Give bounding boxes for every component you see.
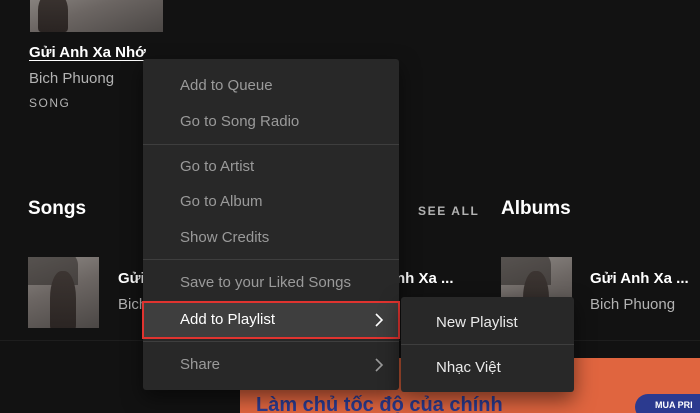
song-title[interactable]: Gửi: [118, 270, 145, 287]
album-artist[interactable]: Bich Phuong: [590, 296, 675, 313]
menu-item-go-to-artist[interactable]: Go to Artist: [143, 149, 399, 185]
context-menu: Add to Queue Go to Song Radio Go to Arti…: [142, 59, 400, 390]
chevron-right-icon: [373, 347, 387, 383]
album-title[interactable]: Gửi Anh Xa ...: [590, 270, 689, 287]
menu-item-add-to-queue[interactable]: Add to Queue: [143, 68, 399, 104]
menu-separator: [143, 144, 399, 145]
menu-item-save-liked-songs[interactable]: Save to your Liked Songs: [143, 265, 399, 301]
menu-item-go-to-song-radio[interactable]: Go to Song Radio: [143, 104, 399, 140]
menu-separator: [143, 259, 399, 260]
playlist-submenu: New Playlist Nhạc Việt: [401, 297, 574, 392]
top-result-artwork[interactable]: [30, 0, 163, 32]
top-result-artist[interactable]: Bich Phuong: [29, 70, 114, 87]
menu-item-show-credits[interactable]: Show Credits: [143, 220, 399, 256]
albums-heading[interactable]: Albums: [501, 198, 571, 220]
menu-item-go-to-album[interactable]: Go to Album: [143, 184, 399, 220]
submenu-separator: [401, 344, 574, 345]
ad-buy-button[interactable]: MUA PRI: [635, 394, 700, 413]
top-result-title[interactable]: Gửi Anh Xa Nhớ: [29, 44, 146, 61]
chevron-right-icon: [373, 302, 387, 338]
see-all-link[interactable]: SEE ALL: [418, 204, 479, 218]
song-artwork[interactable]: [28, 257, 99, 328]
submenu-item-new-playlist[interactable]: New Playlist: [401, 301, 574, 345]
song-title-overflow[interactable]: nh Xa ...: [396, 270, 454, 287]
submenu-item-nhac-viet[interactable]: Nhạc Việt: [401, 346, 574, 390]
artwork-figure: [50, 271, 76, 328]
menu-item-share[interactable]: Share: [143, 347, 399, 383]
menu-item-add-to-playlist[interactable]: Add to Playlist: [142, 301, 400, 339]
top-result-type: SONG: [29, 96, 71, 110]
menu-separator: [143, 341, 399, 342]
songs-heading[interactable]: Songs: [28, 198, 86, 220]
ad-text: Làm chủ tốc độ của chính: [256, 394, 503, 413]
menu-item-label: Add to Playlist: [180, 311, 276, 328]
artwork-figure: [38, 0, 68, 32]
menu-item-label: Share: [180, 356, 221, 373]
